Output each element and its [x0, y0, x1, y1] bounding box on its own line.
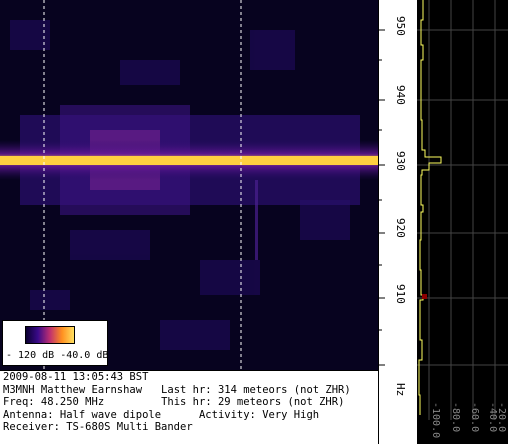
- current-position-marker: [422, 294, 427, 299]
- activity-tick-label: -60.0: [469, 402, 480, 433]
- info-row-3: Antenna: Half wave dipole Activity: Very…: [0, 409, 378, 422]
- freq-tick-label: 910: [394, 284, 407, 304]
- carrier-band: [0, 156, 378, 165]
- meteor-scatter-display: - 120 dB -40.0 dB 2009-08-11 13:05:43 BS…: [0, 0, 508, 444]
- freq-tick-label: 920: [394, 218, 407, 238]
- freq-tick-label: 930: [394, 151, 407, 171]
- freq-tick-label: 940: [394, 85, 407, 105]
- timestamp: 2009-08-11 13:05:43 BST: [3, 371, 149, 383]
- waterfall-graphic: [0, 0, 378, 370]
- freq-tick-label: 950: [394, 16, 407, 36]
- legend-max-label: -40.0 dB: [60, 350, 109, 361]
- frequency: Freq: 48.250 MHz: [3, 396, 105, 408]
- station-info-panel: 2009-08-11 13:05:43 BST M3MNH Matthew Ea…: [0, 370, 378, 444]
- legend-min-label: - 120 dB: [6, 350, 55, 361]
- activity-tick-label: -100.0: [430, 402, 441, 439]
- this-hour-count: This hr: 29 meteors (not ZHR): [161, 396, 345, 408]
- operator-name: M3MNH Matthew Earnshaw: [3, 383, 143, 396]
- activity-trace-graphic: [417, 0, 508, 420]
- activity-trace-line: [418, 0, 442, 415]
- activity-tick-label: -80.0: [450, 402, 461, 433]
- antenna: Antenna: Half wave dipole: [3, 408, 162, 421]
- info-row-2: Freq: 48.250 MHz This hr: 29 meteors (no…: [0, 396, 378, 409]
- info-row-1: M3MNH Matthew Earnshaw Last hr: 314 mete…: [0, 384, 378, 397]
- last-hour-count: Last hr: 314 meteors (not ZHR): [161, 383, 351, 396]
- color-scale-bar: [25, 326, 75, 344]
- color-scale-legend: - 120 dB -40.0 dB: [2, 320, 108, 366]
- freq-axis-unit: Hz: [394, 383, 407, 397]
- activity-tick-label: -20.0: [496, 402, 507, 433]
- waterfall-spectrogram: - 120 dB -40.0 dB: [0, 0, 378, 370]
- frequency-axis: 950 940 930 920 910 Hz: [378, 0, 417, 444]
- activity-level: Activity: Very High: [198, 408, 320, 421]
- color-scale-labels: - 120 dB -40.0 dB: [6, 350, 108, 361]
- activity-trace-panel: -100.0 -80.0 -60.0 -40.0 -20.0: [417, 0, 508, 444]
- receiver: Receiver: TS-680S Multi Bander: [3, 421, 193, 433]
